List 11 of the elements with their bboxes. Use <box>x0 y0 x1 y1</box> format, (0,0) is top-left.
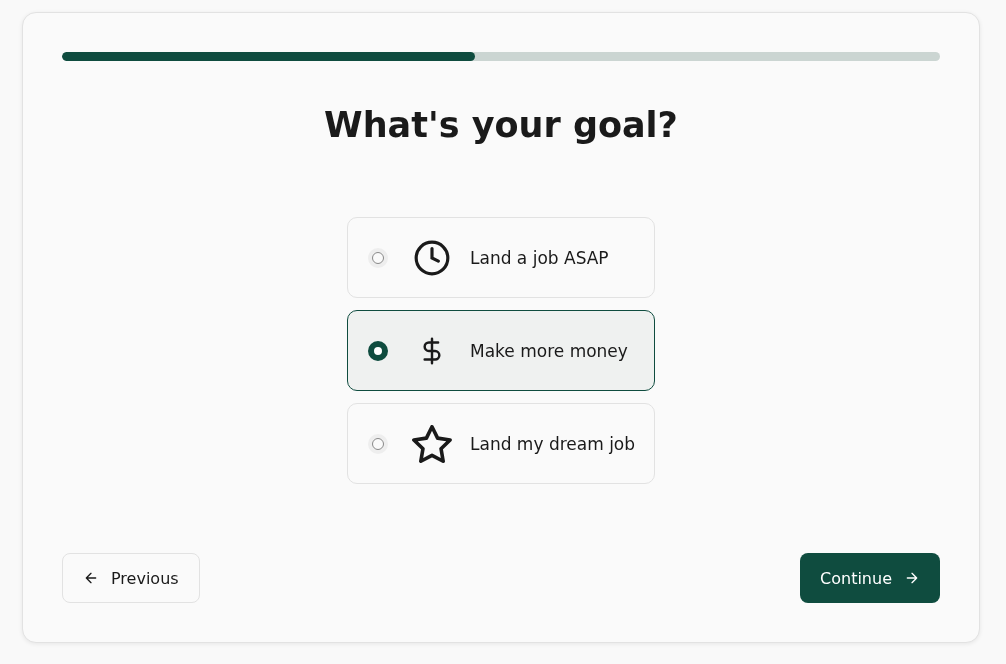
previous-button[interactable]: Previous <box>62 553 200 603</box>
goal-option[interactable]: Land a job ASAP <box>347 217 655 298</box>
radio-button[interactable] <box>368 340 388 361</box>
goal-option[interactable]: Make more money <box>347 310 655 391</box>
page-title: What's your goal? <box>323 104 679 147</box>
continue-button[interactable]: Continue <box>800 553 940 603</box>
star-icon <box>412 424 452 463</box>
goal-option[interactable]: Land my dream job <box>347 403 655 484</box>
clock-icon <box>413 238 451 277</box>
arrow-right-icon <box>904 570 920 586</box>
arrow-left-icon <box>83 570 99 586</box>
